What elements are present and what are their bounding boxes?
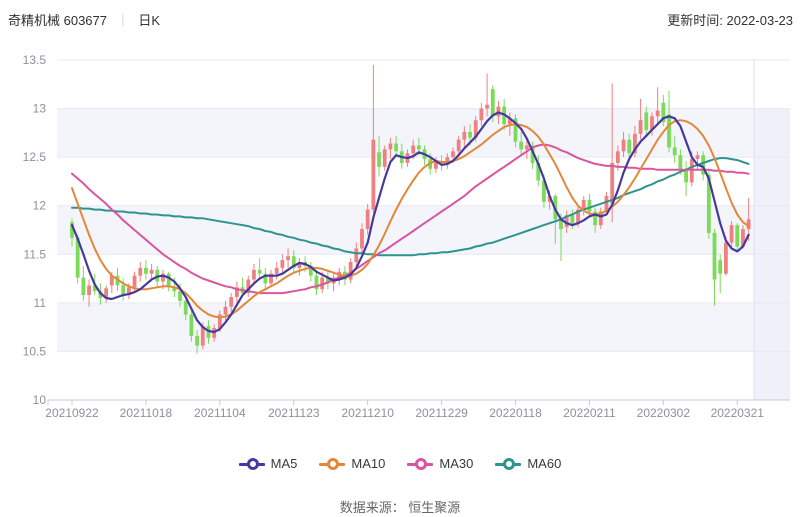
candle[interactable] bbox=[673, 147, 677, 155]
candle[interactable] bbox=[667, 114, 671, 147]
candle[interactable] bbox=[389, 144, 393, 150]
candle[interactable] bbox=[167, 274, 171, 288]
plot-band bbox=[57, 303, 790, 352]
candle[interactable] bbox=[468, 132, 472, 138]
legend-item-ma5[interactable]: MA5 bbox=[239, 456, 298, 471]
candle[interactable] bbox=[354, 248, 358, 262]
candle[interactable] bbox=[616, 151, 620, 163]
candle[interactable] bbox=[371, 140, 375, 210]
x-axis-label: 20211229 bbox=[415, 406, 468, 420]
candle[interactable] bbox=[610, 163, 614, 204]
ma10-legend-icon bbox=[319, 458, 345, 470]
candle[interactable] bbox=[138, 268, 142, 276]
candle[interactable] bbox=[451, 151, 455, 157]
y-axis-label: 10 bbox=[33, 393, 47, 407]
ma5-legend-icon bbox=[239, 458, 265, 470]
candle[interactable] bbox=[377, 152, 381, 167]
candle[interactable] bbox=[87, 285, 91, 295]
candle[interactable] bbox=[144, 268, 148, 274]
candle[interactable] bbox=[280, 260, 284, 268]
candle[interactable] bbox=[679, 155, 683, 169]
legend-item-ma30[interactable]: MA30 bbox=[407, 456, 473, 471]
candle[interactable] bbox=[724, 243, 728, 274]
kline-page: 奇精机械 603677 | 日K 更新时间: 2022-03-23 13.513… bbox=[0, 0, 800, 517]
candle[interactable] bbox=[735, 225, 739, 246]
legend-label: MA60 bbox=[527, 456, 561, 471]
candle[interactable] bbox=[656, 111, 660, 117]
plot-band bbox=[57, 60, 790, 109]
candle[interactable] bbox=[644, 112, 648, 129]
candle[interactable] bbox=[462, 132, 466, 140]
legend-label: MA30 bbox=[439, 456, 473, 471]
y-axis-label: 13 bbox=[33, 102, 47, 116]
y-axis-label: 11.5 bbox=[24, 247, 47, 261]
y-axis-label: 12.5 bbox=[23, 150, 47, 164]
candle[interactable] bbox=[519, 142, 523, 150]
candle[interactable] bbox=[133, 276, 137, 288]
candle[interactable] bbox=[525, 145, 529, 149]
x-axis-label: 20211018 bbox=[120, 406, 173, 420]
candle[interactable] bbox=[121, 285, 125, 295]
plot-band bbox=[57, 351, 790, 400]
ma60-legend-icon bbox=[495, 458, 521, 470]
y-axis-label: 12 bbox=[33, 199, 47, 213]
candle[interactable] bbox=[258, 270, 262, 274]
candle[interactable] bbox=[485, 105, 489, 109]
x-axis-label: 20211104 bbox=[194, 406, 246, 420]
legend-item-ma60[interactable]: MA60 bbox=[495, 456, 561, 471]
x-axis-label: 20211123 bbox=[268, 406, 320, 420]
candle[interactable] bbox=[190, 315, 194, 336]
candle[interactable] bbox=[275, 268, 279, 274]
legend-item-ma10[interactable]: MA10 bbox=[319, 456, 385, 471]
candle[interactable] bbox=[150, 270, 154, 274]
candle[interactable] bbox=[457, 140, 461, 152]
x-axis-label: 20220211 bbox=[563, 406, 616, 420]
candle[interactable] bbox=[696, 155, 700, 159]
chart-legend: MA5 MA10 MA30 MA60 bbox=[0, 456, 800, 471]
candle[interactable] bbox=[286, 256, 290, 260]
candle[interactable] bbox=[252, 270, 256, 280]
candle[interactable] bbox=[417, 145, 421, 149]
candle[interactable] bbox=[366, 210, 370, 229]
x-axis-label: 20220118 bbox=[489, 406, 542, 420]
y-axis-label: 13.5 bbox=[23, 53, 47, 67]
candle[interactable] bbox=[178, 291, 182, 301]
candle[interactable] bbox=[718, 260, 722, 274]
ma30-legend-icon bbox=[407, 458, 433, 470]
candle[interactable] bbox=[184, 301, 188, 315]
legend-label: MA5 bbox=[271, 456, 298, 471]
candle[interactable] bbox=[224, 307, 228, 315]
x-axis-label: 20220321 bbox=[711, 406, 765, 420]
candle[interactable] bbox=[588, 200, 592, 212]
y-axis-label: 10.5 bbox=[23, 344, 47, 358]
candle[interactable] bbox=[713, 233, 717, 280]
candle[interactable] bbox=[81, 278, 85, 295]
y-axis-label: 11 bbox=[34, 296, 47, 310]
x-axis-label: 20220302 bbox=[637, 406, 691, 420]
candle[interactable] bbox=[411, 145, 415, 153]
candle[interactable] bbox=[622, 140, 626, 152]
x-axis-label: 20210922 bbox=[45, 406, 99, 420]
candle[interactable] bbox=[383, 149, 387, 166]
candle[interactable] bbox=[627, 140, 631, 154]
data-source-note: 数据来源： 恒生聚源 bbox=[0, 497, 800, 516]
candle[interactable] bbox=[360, 229, 364, 248]
candle[interactable] bbox=[730, 225, 734, 242]
candle[interactable] bbox=[229, 297, 233, 307]
candle[interactable] bbox=[195, 336, 199, 346]
candle[interactable] bbox=[570, 215, 574, 223]
plot-band bbox=[57, 206, 790, 255]
candle[interactable] bbox=[479, 109, 483, 121]
x-axis-label: 20211210 bbox=[341, 406, 394, 420]
legend-label: MA10 bbox=[351, 456, 385, 471]
candlestick-chart[interactable]: 13.5 13 12.5 12 11.5 11 10.5 1020210922 20211018… bbox=[0, 0, 800, 440]
candle[interactable] bbox=[394, 144, 398, 152]
candle[interactable] bbox=[491, 89, 495, 116]
candle[interactable] bbox=[639, 120, 643, 134]
